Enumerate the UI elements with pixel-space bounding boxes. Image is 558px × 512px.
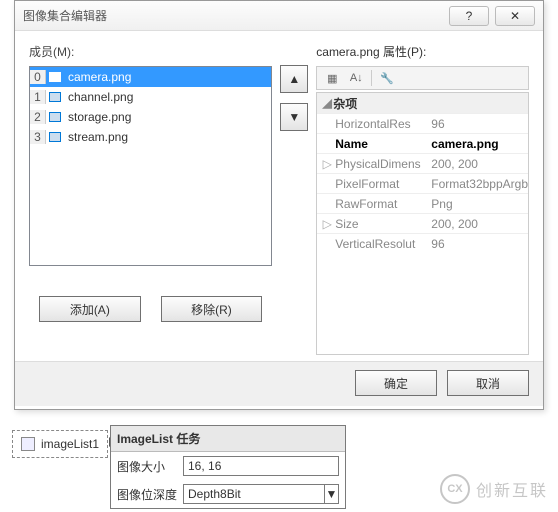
propgrid-toolbar: ▦ A↓ 🔧: [316, 66, 529, 90]
task-label: 图像位深度: [117, 486, 177, 503]
alpha-sort-icon[interactable]: A↓: [347, 69, 365, 87]
chevron-down-icon[interactable]: ▼: [324, 484, 338, 504]
task-input[interactable]: 16, 16: [183, 456, 339, 476]
list-item[interactable]: 2 storage.png: [30, 107, 271, 127]
task-row: 图像位深度 Depth8Bit▼: [111, 480, 345, 508]
property-row[interactable]: VerticalResolut96: [317, 233, 528, 253]
wrench-icon[interactable]: 🔧: [378, 69, 396, 87]
imagelist-tasks-panel: ImageList 任务 图像大小 16, 16 图像位深度 Depth8Bit▼: [110, 425, 346, 509]
list-item-label: stream.png: [64, 130, 128, 144]
add-button[interactable]: 添加(A): [39, 296, 141, 322]
collapse-icon[interactable]: ◢: [321, 96, 333, 110]
property-value[interactable]: camera.png: [427, 134, 528, 153]
property-name: PixelFormat: [317, 174, 427, 193]
property-row[interactable]: RawFormatPng: [317, 193, 528, 213]
task-label: 图像大小: [117, 458, 177, 475]
members-label: 成员(M):: [29, 43, 272, 60]
titlebar: 图像集合编辑器 ? ✕: [15, 1, 543, 31]
help-button[interactable]: ?: [449, 6, 489, 26]
watermark: CX 创新互联: [440, 474, 548, 504]
imagelist-component-chip[interactable]: imageList1: [12, 430, 108, 458]
image-collection-editor-dialog: 图像集合编辑器 ? ✕ 成员(M): 0 camera.png 1 channel.p…: [14, 0, 544, 410]
category-row[interactable]: ◢杂项: [317, 93, 528, 113]
imagelist-label: imageList1: [41, 437, 99, 451]
close-button[interactable]: ✕: [495, 6, 535, 26]
property-row[interactable]: HorizontalRes96: [317, 113, 528, 133]
watermark-badge: CX: [440, 474, 470, 504]
property-name: ▷PhysicalDimens: [317, 154, 427, 173]
dialog-title: 图像集合编辑器: [23, 7, 443, 24]
property-value[interactable]: Format32bppArgb: [427, 174, 528, 193]
list-index: 0: [30, 70, 46, 84]
list-item[interactable]: 1 channel.png: [30, 87, 271, 107]
task-input[interactable]: Depth8Bit▼: [183, 484, 339, 504]
image-icon: [46, 89, 64, 105]
expand-icon[interactable]: ▷: [321, 157, 333, 171]
ok-button[interactable]: 确定: [355, 370, 437, 396]
list-item[interactable]: 3 stream.png: [30, 127, 271, 147]
close-icon: ✕: [510, 9, 520, 23]
arrow-up-icon: ▲: [288, 72, 300, 86]
list-item-label: storage.png: [64, 110, 131, 124]
tasks-header: ImageList 任务: [111, 426, 345, 452]
property-value[interactable]: 96: [427, 114, 528, 133]
image-icon: [46, 129, 64, 145]
list-item-label: camera.png: [64, 70, 131, 84]
cancel-button[interactable]: 取消: [447, 370, 529, 396]
property-value[interactable]: 96: [427, 234, 528, 253]
property-name: VerticalResolut: [317, 234, 427, 253]
categorized-icon[interactable]: ▦: [323, 69, 341, 87]
property-name: ▷Size: [317, 214, 427, 233]
property-grid[interactable]: ◢杂项HorizontalRes96Namecamera.png▷Physica…: [316, 92, 529, 355]
property-name: Name: [317, 134, 427, 153]
property-row[interactable]: Namecamera.png: [317, 133, 528, 153]
list-item-label: channel.png: [64, 90, 133, 104]
property-name: RawFormat: [317, 194, 427, 213]
property-value[interactable]: 200, 200: [427, 154, 528, 173]
move-up-button[interactable]: ▲: [280, 65, 308, 93]
list-index: 1: [30, 90, 46, 104]
property-row[interactable]: PixelFormatFormat32bppArgb: [317, 173, 528, 193]
list-item[interactable]: 0 camera.png: [30, 67, 271, 87]
watermark-text: 创新互联: [476, 477, 548, 501]
remove-button[interactable]: 移除(R): [161, 296, 263, 322]
properties-label: camera.png 属性(P):: [316, 43, 529, 60]
task-row: 图像大小 16, 16: [111, 452, 345, 480]
arrow-down-icon: ▼: [288, 110, 300, 124]
image-icon: [46, 109, 64, 125]
move-down-button[interactable]: ▼: [280, 103, 308, 131]
property-name: HorizontalRes: [317, 114, 427, 133]
help-icon: ?: [466, 9, 473, 23]
property-row[interactable]: ▷Size200, 200: [317, 213, 528, 233]
image-icon: [46, 69, 64, 85]
property-value[interactable]: 200, 200: [427, 214, 528, 233]
expand-icon[interactable]: ▷: [321, 217, 333, 231]
property-value[interactable]: Png: [427, 194, 528, 213]
imagelist-icon: [21, 437, 35, 451]
list-index: 3: [30, 130, 46, 144]
members-listbox[interactable]: 0 camera.png 1 channel.png 2 storage.png 3 stre…: [29, 66, 272, 266]
property-row[interactable]: ▷PhysicalDimens200, 200: [317, 153, 528, 173]
list-index: 2: [30, 110, 46, 124]
